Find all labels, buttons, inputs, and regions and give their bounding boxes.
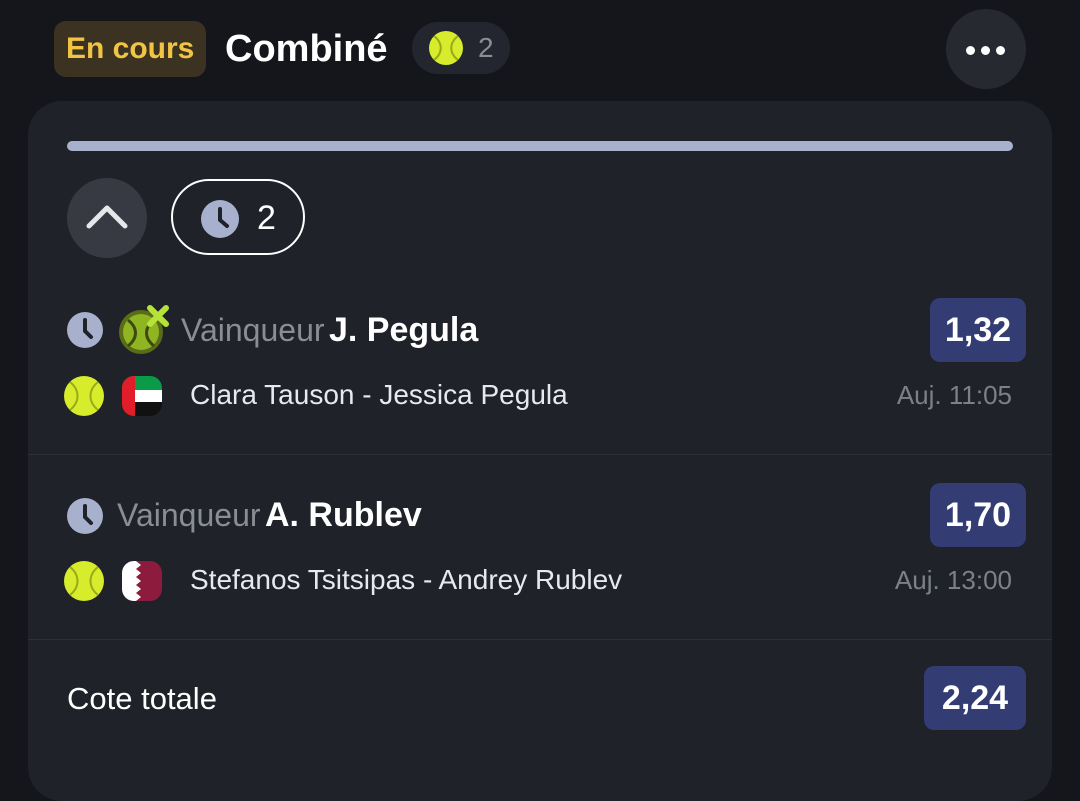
sport-count-pill[interactable]: 2	[412, 22, 510, 74]
progress-fill	[67, 141, 1013, 151]
pending-count: 2	[257, 199, 276, 237]
status-badge: En cours	[54, 21, 207, 77]
divider	[28, 454, 1052, 455]
selection-item[interactable]: Vainqueur J. Pegula 1,32 Clara Tauson - …	[28, 296, 1052, 456]
qatar-flag-icon	[122, 561, 162, 601]
more-dot	[996, 46, 1005, 55]
more-dots-icon	[966, 46, 975, 55]
clock-icon	[67, 498, 103, 534]
tennis-ball-icon	[64, 561, 104, 601]
market-label: Vainqueur	[181, 312, 325, 348]
uae-flag-icon	[122, 376, 162, 416]
odds-badge[interactable]: 1,32	[930, 298, 1026, 362]
odds-badge[interactable]: 1,70	[930, 483, 1026, 547]
match-label: Stefanos Tsitsipas - Andrey Rublev	[190, 564, 623, 595]
match-time: Auj. 13:00	[894, 565, 1012, 595]
tennis-cross-icon	[119, 305, 169, 354]
sport-count: 2	[478, 32, 494, 63]
match-time: Auj. 11:05	[896, 380, 1012, 410]
market-label: Vainqueur	[117, 497, 261, 533]
tennis-ball-icon	[64, 376, 104, 416]
divider	[28, 639, 1052, 640]
page-title: Combiné	[225, 28, 388, 70]
pending-filter-pill[interactable]: 2	[171, 179, 305, 255]
total-odds-badge: 2,24	[924, 666, 1026, 730]
selection-item[interactable]: Vainqueur A. Rublev 1,70 Stefanos Tsitsi…	[28, 481, 1052, 641]
chevron-up-icon	[86, 205, 128, 229]
pick-label: J. Pegula	[328, 311, 479, 349]
more-button[interactable]	[946, 9, 1026, 89]
clock-icon	[201, 200, 239, 238]
header: En cours Combiné 2	[0, 0, 1080, 100]
clock-icon	[67, 312, 103, 348]
more-dot	[981, 46, 990, 55]
collapse-button[interactable]	[67, 178, 147, 258]
bet-card: 2 Vainqueur J. Pegula 1,32 Clara Tauson …	[28, 101, 1052, 801]
pick-label: A. Rublev	[264, 496, 422, 534]
match-label: Clara Tauson - Jessica Pegula	[190, 379, 568, 410]
total-odds-label: Cote totale	[67, 681, 217, 716]
tennis-ball-icon	[429, 31, 463, 65]
progress-bar	[67, 141, 1013, 151]
